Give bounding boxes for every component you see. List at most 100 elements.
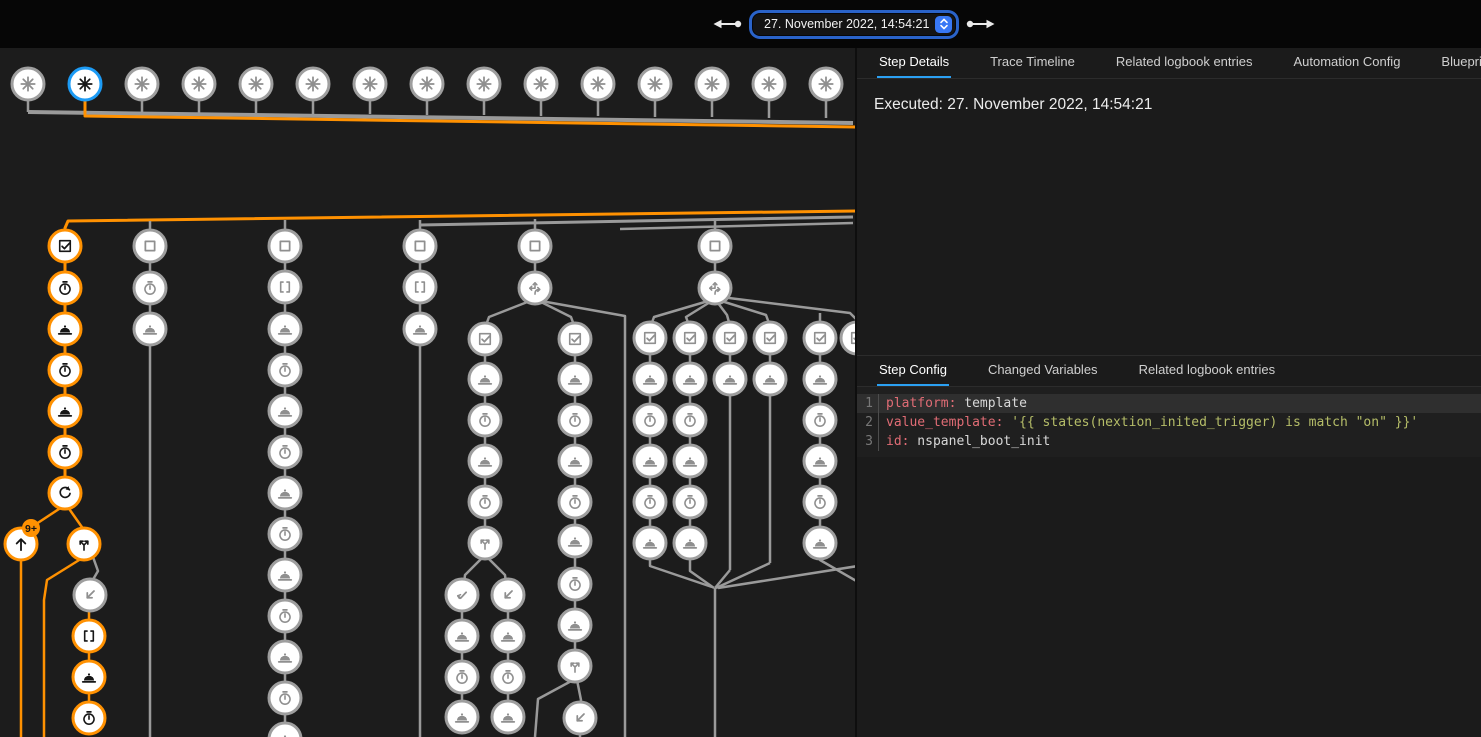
tab-trace-timeline[interactable]: Trace Timeline (988, 48, 1077, 78)
graph-node-timer[interactable] (559, 404, 591, 436)
graph-node-service-call[interactable] (559, 445, 591, 477)
graph-node-service-call[interactable] (804, 527, 836, 559)
graph-node-trigger-asterisk[interactable] (354, 68, 386, 100)
graph-node-timer[interactable] (49, 354, 81, 386)
tab-blueprint-config[interactable]: Blueprint Config (1439, 48, 1481, 78)
graph-node-trigger-asterisk[interactable] (639, 68, 671, 100)
graph-node-trigger-asterisk[interactable] (696, 68, 728, 100)
graph-node-timer[interactable] (73, 702, 105, 734)
graph-node-timer[interactable] (674, 486, 706, 518)
graph-node-service-call[interactable] (269, 723, 301, 737)
graph-node-trigger-asterisk[interactable] (240, 68, 272, 100)
graph-node-trigger-asterisk[interactable] (69, 68, 101, 100)
graph-node-service-call[interactable] (559, 525, 591, 557)
graph-node-brackets[interactable] (73, 620, 105, 652)
graph-node-service-call[interactable] (674, 363, 706, 395)
graph-node-repeat[interactable] (49, 477, 81, 509)
graph-node-service-call[interactable] (559, 363, 591, 395)
graph-node-branch-split[interactable] (559, 650, 591, 682)
graph-node-service-call[interactable] (269, 313, 301, 345)
graph-node-timer[interactable] (804, 486, 836, 518)
graph-node-service-call[interactable] (674, 445, 706, 477)
graph-node-checkbox-checked[interactable] (754, 322, 786, 354)
graph-node-timer[interactable] (446, 661, 478, 693)
graph-node-timer[interactable] (49, 436, 81, 468)
graph-node-timer[interactable] (804, 404, 836, 436)
trace-timestamp-select[interactable]: 27. November 2022, 14:54:21 (753, 14, 955, 35)
graph-node-timer[interactable] (492, 661, 524, 693)
tab-related-logbook-entries[interactable]: Related logbook entries (1114, 48, 1255, 78)
yaml-config-editor[interactable]: 1platform: template2value_template: '{{ … (857, 387, 1481, 457)
graph-node-timer[interactable] (674, 404, 706, 436)
graph-node-service-call[interactable] (492, 701, 524, 733)
graph-node-service-call[interactable] (634, 527, 666, 559)
graph-node-service-call[interactable] (634, 363, 666, 395)
graph-node-timer[interactable] (49, 272, 81, 304)
graph-node-brackets[interactable] (269, 271, 301, 303)
graph-node-timer[interactable] (469, 486, 501, 518)
graph-node-service-call[interactable] (49, 395, 81, 427)
graph-node-branch-split[interactable] (469, 527, 501, 559)
graph-node-service-call[interactable] (714, 363, 746, 395)
tab-automation-config[interactable]: Automation Config (1291, 48, 1402, 78)
graph-node-trigger-asterisk[interactable] (297, 68, 329, 100)
graph-node-timer[interactable] (134, 272, 166, 304)
graph-node-checkbox-checked[interactable] (634, 322, 666, 354)
graph-node-service-call[interactable] (634, 445, 666, 477)
graph-node-timer[interactable] (269, 518, 301, 550)
graph-node-trigger-asterisk[interactable] (582, 68, 614, 100)
graph-node-checkbox-checked[interactable] (804, 322, 836, 354)
graph-node-checkbox-blank[interactable] (699, 230, 731, 262)
tab-step-config[interactable]: Step Config (877, 356, 949, 386)
graph-node-trigger-asterisk[interactable] (411, 68, 443, 100)
graph-node-timer[interactable] (269, 354, 301, 386)
graph-node-timer[interactable] (269, 600, 301, 632)
graph-node-checkbox-checked[interactable] (841, 322, 856, 354)
graph-node-trigger-asterisk[interactable] (810, 68, 842, 100)
graph-node-service-call[interactable] (446, 701, 478, 733)
graph-node-arrow-down-left[interactable] (492, 579, 524, 611)
graph-node-branch-split[interactable] (68, 528, 100, 560)
graph-node-checkbox-checked[interactable] (714, 322, 746, 354)
graph-node-checkbox-blank[interactable] (519, 230, 551, 262)
tab-changed-variables[interactable]: Changed Variables (986, 356, 1100, 386)
tab-related-logbook-entries[interactable]: Related logbook entries (1137, 356, 1278, 386)
graph-node-service-call[interactable] (804, 363, 836, 395)
graph-node-trigger-asterisk[interactable] (12, 68, 44, 100)
graph-node-service-call[interactable] (134, 313, 166, 345)
graph-node-service-call[interactable] (269, 477, 301, 509)
graph-node-service-call[interactable] (404, 313, 436, 345)
graph-node-service-call[interactable] (269, 395, 301, 427)
graph-node-checkbox-checked[interactable] (674, 322, 706, 354)
graph-node-service-call[interactable] (73, 661, 105, 693)
graph-node-choose-fork[interactable] (519, 272, 551, 304)
graph-node-timer[interactable] (269, 682, 301, 714)
graph-node-choose-fork[interactable] (699, 272, 731, 304)
graph-node-trigger-asterisk[interactable] (126, 68, 158, 100)
graph-node-checkbox-checked[interactable] (559, 323, 591, 355)
graph-node-timer[interactable] (469, 404, 501, 436)
graph-node-trigger-asterisk[interactable] (525, 68, 557, 100)
graph-node-brackets[interactable] (404, 271, 436, 303)
graph-node-timer[interactable] (634, 486, 666, 518)
graph-node-checkbox-blank[interactable] (269, 230, 301, 262)
next-run-arrow-icon[interactable] (966, 17, 996, 31)
graph-node-service-call[interactable] (269, 559, 301, 591)
graph-node-timer[interactable] (269, 436, 301, 468)
graph-node-checkbox-blank[interactable] (404, 230, 436, 262)
graph-node-service-call[interactable] (804, 445, 836, 477)
graph-node-arrow-down-left[interactable] (74, 579, 106, 611)
graph-node-trigger-asterisk[interactable] (183, 68, 215, 100)
graph-node-timer[interactable] (559, 568, 591, 600)
graph-node-service-call[interactable] (674, 527, 706, 559)
graph-node-timer[interactable] (559, 486, 591, 518)
graph-node-service-call[interactable] (446, 620, 478, 652)
tab-step-details[interactable]: Step Details (877, 48, 951, 78)
graph-node-service-call[interactable] (559, 609, 591, 641)
graph-node-check-arrow[interactable] (446, 579, 478, 611)
graph-node-trigger-asterisk[interactable] (468, 68, 500, 100)
graph-node-service-call[interactable] (269, 641, 301, 673)
graph-node-service-call[interactable] (469, 363, 501, 395)
graph-node-service-call[interactable] (492, 620, 524, 652)
graph-node-checkbox-checked[interactable] (469, 323, 501, 355)
